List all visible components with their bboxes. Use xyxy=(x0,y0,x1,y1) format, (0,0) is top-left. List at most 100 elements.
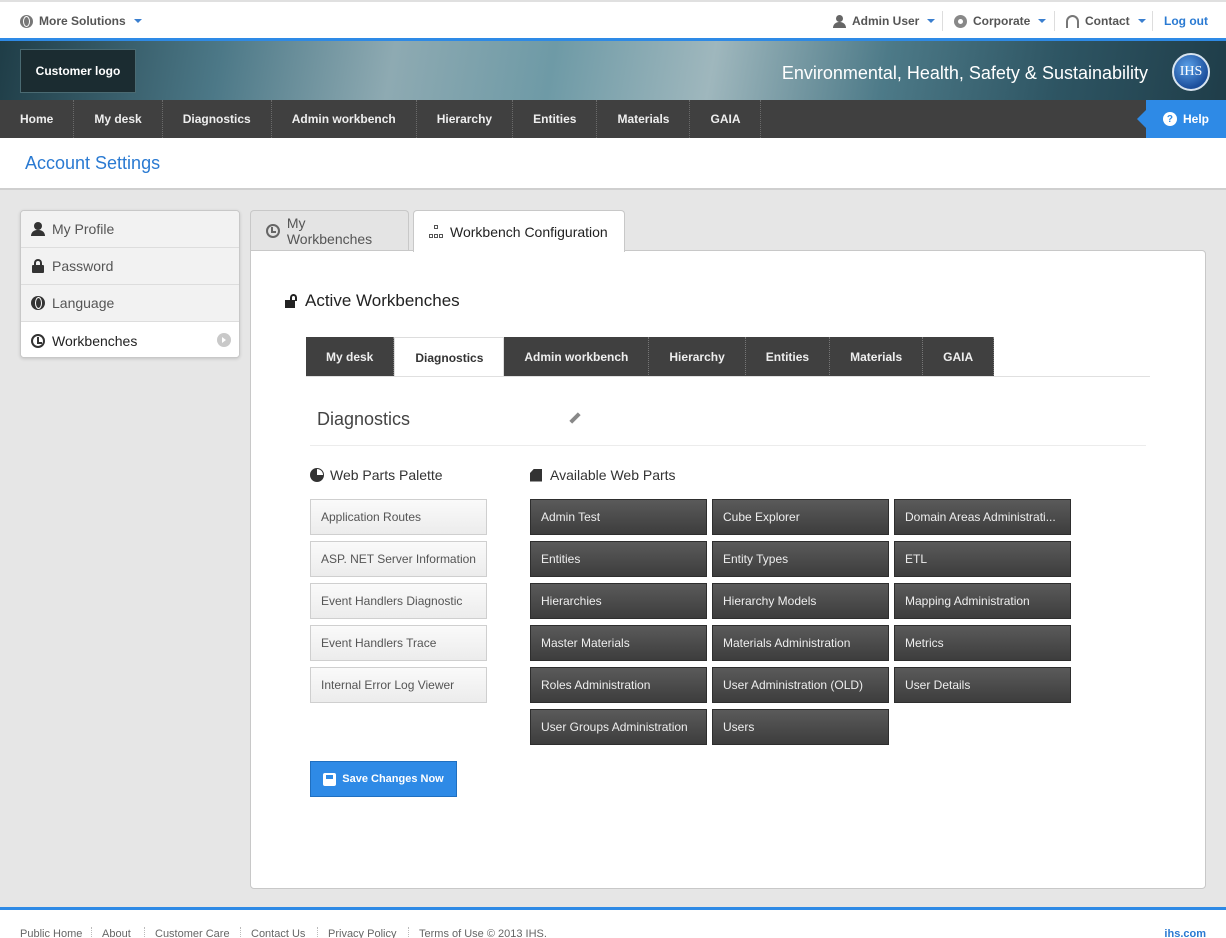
web-part-item[interactable]: Entity Types xyxy=(712,541,889,577)
footer-terms[interactable]: Terms of Use © 2013 IHS. xyxy=(419,928,547,938)
palette-item[interactable]: Internal Error Log Viewer xyxy=(310,667,487,703)
divider xyxy=(91,927,92,938)
web-part-item[interactable]: Metrics xyxy=(894,625,1071,661)
nav-my-desk[interactable]: My desk xyxy=(74,100,163,138)
web-part-item[interactable]: Entities xyxy=(530,541,707,577)
workbench-tabs: My desk Diagnostics Admin workbench Hier… xyxy=(306,337,995,377)
footer-link-public-home[interactable]: Public Home xyxy=(20,928,82,938)
footer-link-customer-care[interactable]: Customer Care xyxy=(155,928,230,938)
nav-home[interactable]: Home xyxy=(0,100,75,138)
help-button[interactable]: ? Help xyxy=(1137,100,1226,138)
workbench-name: Diagnostics xyxy=(317,409,411,429)
web-part-item[interactable]: Mapping Administration xyxy=(894,583,1071,619)
web-part-item[interactable]: Cube Explorer xyxy=(712,499,889,535)
corporate-icon xyxy=(954,14,967,28)
web-part-item[interactable]: Master Materials xyxy=(530,625,707,661)
web-part-item[interactable]: User Details xyxy=(894,667,1071,703)
contact-label: Contact xyxy=(1085,14,1130,28)
save-changes-button[interactable]: Save Changes Now xyxy=(310,761,457,797)
available-web-parts: Admin Test Cube Explorer Domain Areas Ad… xyxy=(530,499,1071,745)
pencil-icon[interactable] xyxy=(569,412,581,424)
divider xyxy=(1054,11,1055,31)
menu-item-workbenches[interactable]: Workbenches xyxy=(21,322,239,357)
save-label: Save Changes Now xyxy=(342,773,444,785)
main-nav: Home My desk Diagnostics Admin workbench… xyxy=(0,100,1226,138)
chevron-down-icon xyxy=(1137,19,1146,23)
utility-bar: More Solutions Admin User Corporate Cont… xyxy=(0,0,1226,38)
chevron-down-icon xyxy=(1038,19,1047,23)
menu-item-label: Workbenches xyxy=(52,332,138,349)
admin-user-label: Admin User xyxy=(852,14,920,28)
web-part-item[interactable]: ETL xyxy=(894,541,1071,577)
wb-tab-hierarchy[interactable]: Hierarchy xyxy=(649,337,746,377)
web-part-item[interactable]: User Groups Administration xyxy=(530,709,707,745)
contact-menu[interactable]: Contact xyxy=(1066,14,1146,28)
tab-label: Workbench Configuration xyxy=(450,223,608,240)
palette-item[interactable]: Application Routes xyxy=(310,499,487,535)
nav-gaia[interactable]: GAIA xyxy=(690,100,762,138)
menu-item-label: Language xyxy=(52,295,115,311)
wb-tab-entities[interactable]: Entities xyxy=(746,337,831,377)
section-title: Active Workbenches xyxy=(285,291,460,311)
pie-chart-icon xyxy=(310,468,324,482)
clock-icon xyxy=(31,333,45,348)
footer-link-privacy-policy[interactable]: Privacy Policy xyxy=(328,928,396,938)
ihs-logo[interactable]: IHS xyxy=(1172,53,1210,91)
wb-tab-my-desk[interactable]: My desk xyxy=(306,337,395,377)
nav-materials[interactable]: Materials xyxy=(597,100,691,138)
palette-item[interactable]: Event Handlers Trace xyxy=(310,625,487,661)
nav-diagnostics[interactable]: Diagnostics xyxy=(163,100,272,138)
section-title-label: Active Workbenches xyxy=(305,291,460,310)
document-icon xyxy=(530,468,542,482)
footer-link-contact-us[interactable]: Contact Us xyxy=(251,928,305,938)
nav-hierarchy[interactable]: Hierarchy xyxy=(417,100,514,138)
nav-admin-workbench[interactable]: Admin workbench xyxy=(272,100,417,138)
divider xyxy=(310,445,1146,446)
web-part-item[interactable]: User Administration (OLD) xyxy=(712,667,889,703)
available-title: Available Web Parts xyxy=(530,467,676,483)
web-part-item[interactable]: Domain Areas Administrati... xyxy=(894,499,1071,535)
palette-item[interactable]: Event Handlers Diagnostic xyxy=(310,583,487,619)
tab-workbench-configuration[interactable]: Workbench Configuration xyxy=(413,210,625,252)
web-part-item[interactable]: Materials Administration xyxy=(712,625,889,661)
wb-tab-gaia[interactable]: GAIA xyxy=(923,337,995,377)
more-solutions-label: More Solutions xyxy=(39,14,126,28)
corporate-label: Corporate xyxy=(973,14,1031,28)
menu-item-language[interactable]: Language xyxy=(21,285,239,322)
menu-item-password[interactable]: Password xyxy=(21,248,239,285)
menu-item-label: My Profile xyxy=(52,221,115,237)
divider xyxy=(408,927,409,938)
lock-icon xyxy=(31,259,45,273)
corporate-menu[interactable]: Corporate xyxy=(954,14,1047,28)
help-label: Help xyxy=(1182,112,1209,126)
logout-link[interactable]: Log out xyxy=(1164,14,1208,28)
web-part-item[interactable]: Roles Administration xyxy=(530,667,707,703)
divider xyxy=(1152,11,1153,31)
save-icon xyxy=(323,772,337,786)
admin-user-menu[interactable]: Admin User xyxy=(833,14,936,28)
user-icon xyxy=(833,14,846,28)
web-part-item[interactable]: Hierarchies xyxy=(530,583,707,619)
divider xyxy=(306,376,1150,377)
footer-link-about[interactable]: About xyxy=(102,928,131,938)
footer: Public Home About Customer Care Contact … xyxy=(0,907,1226,938)
palette-item[interactable]: ASP. NET Server Information xyxy=(310,541,487,577)
wb-tab-diagnostics[interactable]: Diagnostics xyxy=(394,337,505,377)
footer-site-link[interactable]: ihs.com xyxy=(1164,928,1206,938)
tab-my-workbenches[interactable]: My Workbenches xyxy=(250,210,409,251)
menu-item-my-profile[interactable]: My Profile xyxy=(21,211,239,248)
customer-logo[interactable]: Customer logo xyxy=(20,49,136,93)
help-icon: ? xyxy=(1162,112,1177,126)
app-title: Environmental, Health, Safety & Sustaina… xyxy=(781,63,1148,83)
nav-entities[interactable]: Entities xyxy=(513,100,598,138)
web-part-item[interactable]: Admin Test xyxy=(530,499,707,535)
globe-icon xyxy=(20,14,33,28)
divider xyxy=(240,927,241,938)
web-part-item[interactable]: Hierarchy Models xyxy=(712,583,889,619)
more-solutions-menu[interactable]: More Solutions xyxy=(20,14,142,28)
wb-tab-materials[interactable]: Materials xyxy=(830,337,924,377)
clock-icon xyxy=(266,224,280,238)
web-part-item[interactable]: Users xyxy=(712,709,889,745)
user-icon xyxy=(31,222,45,236)
wb-tab-admin-workbench[interactable]: Admin workbench xyxy=(504,337,650,377)
